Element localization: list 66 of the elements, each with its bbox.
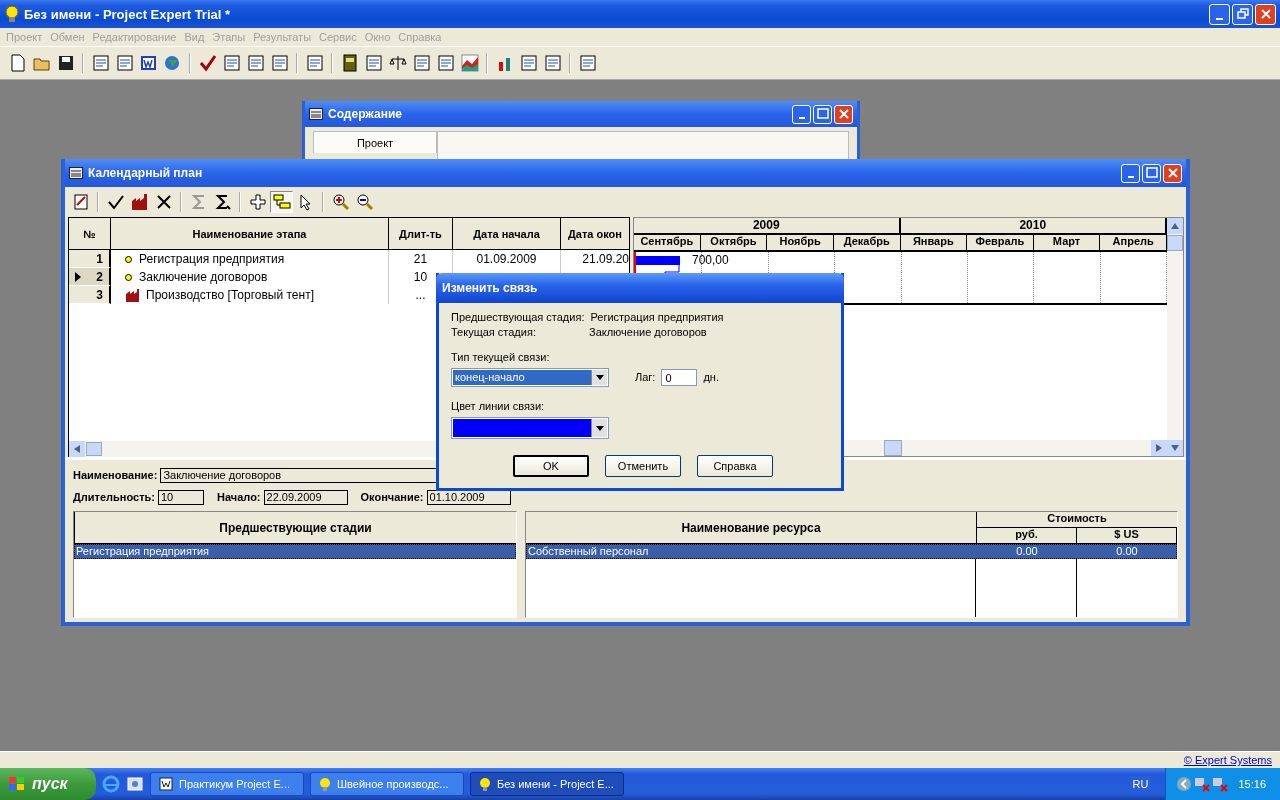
field-label: Окончание:: [360, 491, 424, 503]
language-indicator[interactable]: RU: [1129, 776, 1152, 792]
dialog-button[interactable]: Справка: [697, 455, 773, 477]
table-cell: Регистрация предприятия: [139, 252, 285, 266]
row-number: 3: [96, 287, 103, 302]
table-row[interactable]: Собственный персонал 0.00 0.00: [526, 544, 1177, 559]
window-title: Календарный план: [88, 166, 203, 180]
bar-label: 700,00: [692, 253, 729, 267]
row-header[interactable]: 2: [69, 268, 111, 286]
dialog-button[interactable]: OK: [513, 455, 589, 477]
list-row[interactable]: Регистрация предприятия: [74, 544, 516, 559]
month-header: Февраль: [967, 235, 1034, 250]
start-button[interactable]: пуск: [0, 768, 96, 800]
table-cell: Производство [Торговый тент]: [146, 288, 314, 302]
column-header: Наименование ресурса: [526, 512, 977, 543]
column-header: $ US: [1077, 528, 1177, 543]
link-type-dropdown[interactable]: конец-начало: [451, 367, 609, 387]
month-header: Октябрь: [700, 235, 768, 250]
table-cell: 01.09.2009: [453, 250, 561, 268]
field-value: Заключение договоров: [589, 326, 707, 340]
taskbar-button[interactable]: Швейное производс...: [310, 772, 464, 796]
column-header: Стоимость: [977, 512, 1177, 528]
window-title: Без имени - Project Expert Trial *: [24, 6, 231, 22]
tab[interactable]: Проект: [313, 131, 437, 153]
website-link[interactable]: © Expert Systems: [1183, 754, 1272, 766]
taskbar-button[interactable]: Без имени - Project E...: [470, 772, 624, 796]
month-header: Сентябрь: [634, 235, 701, 250]
field-value: Регистрация предприятия: [590, 311, 724, 325]
column-header: Предшествующие стадии: [74, 512, 516, 544]
field-label: Начало:: [217, 491, 261, 503]
field-label: Наименование:: [73, 469, 158, 481]
row-header[interactable]: 1: [69, 250, 111, 268]
table-cell-text: 0.00: [1115, 544, 1139, 559]
duration-field[interactable]: 10: [158, 489, 204, 505]
field-label: Цвет линии связи:: [451, 400, 546, 414]
row-number: 2: [96, 269, 103, 284]
column-header[interactable]: Наименование этапа: [111, 218, 389, 249]
dialog-button[interactable]: Отменить: [605, 455, 681, 477]
table-cell-text: Собственный персонал: [527, 544, 650, 559]
table-cell-text: 21.09.20: [581, 251, 629, 268]
table-cell: Заключение договоров: [139, 270, 268, 284]
row-header[interactable]: 3: [69, 286, 111, 304]
field-label: Тип текущей связи:: [451, 351, 551, 365]
column-header: руб.: [977, 528, 1077, 543]
year-header: 2009: [634, 218, 901, 233]
column-header[interactable]: Дата окон: [561, 218, 629, 249]
field-label: Текущая стадия:: [451, 326, 537, 340]
month-header: Ноябрь: [767, 235, 834, 250]
month-header: Январь: [900, 235, 968, 250]
field-label: Лаг:: [635, 371, 656, 383]
table-cell-text: 0.00: [1015, 544, 1039, 559]
clock: 15:16: [1238, 778, 1266, 790]
window-title: Содержание: [328, 107, 402, 121]
column-header[interactable]: Дата начала: [453, 218, 561, 249]
taskbar-button[interactable]: Практикум Project E...: [150, 772, 304, 796]
column-header[interactable]: Длит-ть: [389, 218, 453, 249]
lag-field[interactable]: 0: [661, 368, 698, 386]
row-number: 1: [96, 251, 103, 266]
table-cell: 21: [389, 250, 453, 268]
field-label: Предшествующая стадия:: [451, 311, 585, 325]
month-header: Март: [1033, 235, 1101, 250]
start-date-field[interactable]: 22.09.2009: [263, 489, 348, 505]
month-header: Декабрь: [833, 235, 901, 250]
field-label: Длительность:: [73, 491, 155, 503]
column-header[interactable]: №: [69, 218, 111, 249]
unit-label: дн.: [703, 371, 719, 383]
